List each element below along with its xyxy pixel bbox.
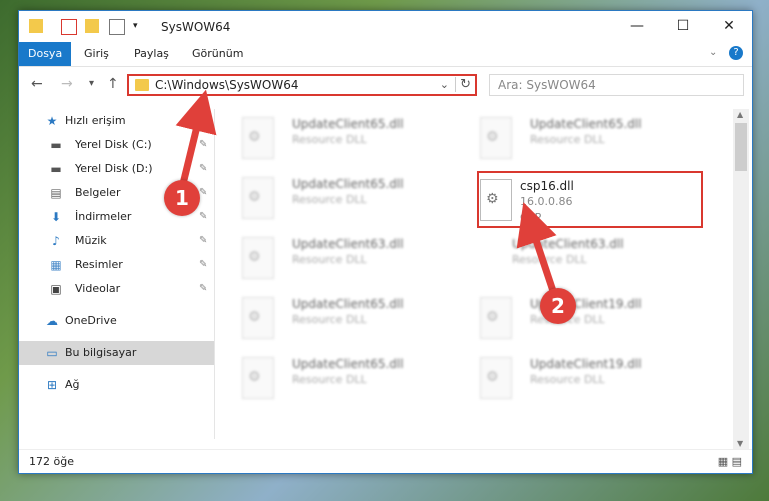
arrow-1 [175,89,217,189]
step-1-badge: 1 [164,180,200,216]
step-2-badge: 2 [540,288,576,324]
annotation-arrows [175,89,559,299]
arrow-2 [516,202,559,299]
